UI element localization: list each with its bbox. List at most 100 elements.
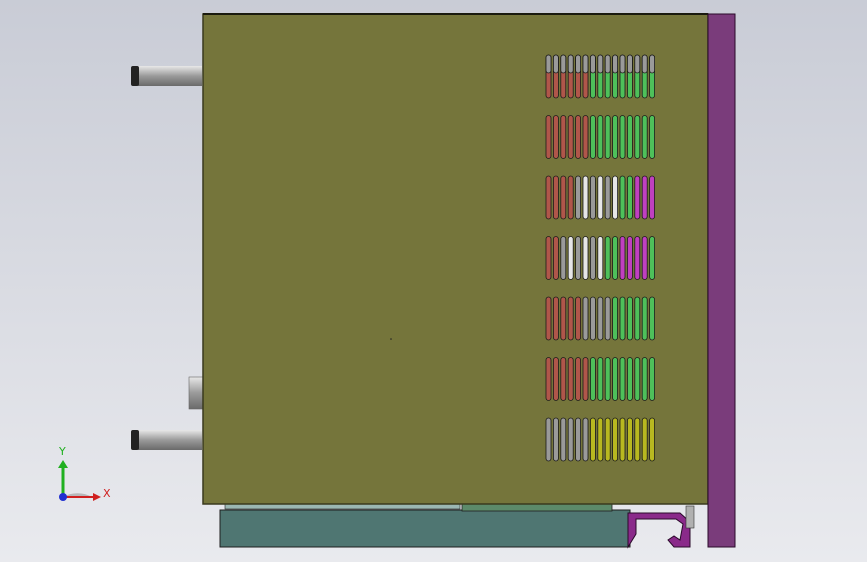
lower-mounting-post xyxy=(131,430,202,450)
vent-slot xyxy=(597,417,604,462)
vent-slot xyxy=(582,175,589,220)
vent-slot xyxy=(649,417,655,462)
vent-slot xyxy=(627,357,633,401)
bottom-tray xyxy=(219,502,631,548)
vent-slot xyxy=(627,115,633,159)
vent-slot xyxy=(582,417,589,462)
vent-slot xyxy=(575,236,581,280)
vent-slot xyxy=(560,175,567,220)
vent-slot xyxy=(582,296,589,341)
center-point xyxy=(390,338,392,340)
vent-slot xyxy=(627,236,633,280)
vent-slot xyxy=(619,417,626,462)
z-axis-dot xyxy=(59,493,67,501)
connector-stub xyxy=(188,376,204,410)
vent-slot xyxy=(612,296,618,341)
vent-slot xyxy=(590,236,596,280)
vent-slot xyxy=(619,175,626,220)
side-flange[interactable] xyxy=(707,13,736,548)
vent-slot xyxy=(590,417,596,462)
vent-slot xyxy=(560,115,567,159)
vent-slot xyxy=(560,236,567,280)
vent-slot xyxy=(634,175,641,220)
vent-slot-highlight xyxy=(619,54,626,74)
vent-slot xyxy=(553,115,559,159)
vent-slot xyxy=(560,417,567,462)
vent-slot xyxy=(567,236,574,280)
vent-slot xyxy=(553,417,559,462)
vent-slot xyxy=(567,417,574,462)
vent-slot-highlight xyxy=(590,54,596,74)
vent-slot xyxy=(649,175,655,220)
vent-slot xyxy=(649,357,655,401)
vent-slot xyxy=(560,296,567,341)
vent-slot xyxy=(641,296,648,341)
vent-slot xyxy=(597,296,604,341)
vent-slot xyxy=(597,357,604,401)
vent-slot-highlight xyxy=(545,54,552,74)
vent-slot xyxy=(545,357,552,401)
vent-slot xyxy=(575,115,581,159)
vent-slot xyxy=(553,357,559,401)
vent-slot-highlight xyxy=(582,54,589,74)
vent-slot xyxy=(634,296,641,341)
vent-slot-highlight xyxy=(567,54,574,74)
vent-slot-highlight xyxy=(553,54,559,74)
vent-slot xyxy=(604,236,611,280)
vent-slot xyxy=(560,357,567,401)
vent-slot xyxy=(641,175,648,220)
vent-slot xyxy=(567,175,574,220)
vent-slot xyxy=(604,296,611,341)
vent-slot xyxy=(575,175,581,220)
upper-mounting-post xyxy=(131,66,202,86)
vent-slot xyxy=(553,296,559,341)
vent-slot-highlight xyxy=(641,54,648,74)
vent-slot xyxy=(612,115,618,159)
vent-slot xyxy=(590,115,596,159)
vent-slot xyxy=(597,115,604,159)
vent-slot xyxy=(627,417,633,462)
vent-slot xyxy=(641,357,648,401)
vent-slot xyxy=(641,417,648,462)
vent-slot xyxy=(649,296,655,341)
vent-slot-highlight xyxy=(634,54,641,74)
vent-slot xyxy=(545,175,552,220)
vent-slot xyxy=(575,357,581,401)
hook-pin xyxy=(685,505,695,529)
vent-slot xyxy=(582,115,589,159)
x-axis-label: X xyxy=(103,487,111,500)
vent-slot xyxy=(619,357,626,401)
vent-slot-highlight xyxy=(575,54,581,74)
vent-slot xyxy=(545,417,552,462)
vent-slot xyxy=(612,236,618,280)
vent-slot-highlight xyxy=(627,54,633,74)
cad-viewport[interactable]: X Y xyxy=(0,0,867,562)
vent-slot-highlight xyxy=(597,54,604,74)
vent-slot xyxy=(582,236,589,280)
vent-slot xyxy=(582,357,589,401)
vent-slot xyxy=(619,236,626,280)
vent-slot xyxy=(627,175,633,220)
vent-slot xyxy=(545,236,552,280)
vent-slot xyxy=(575,296,581,341)
vent-slot xyxy=(619,296,626,341)
vent-slot xyxy=(641,115,648,159)
vent-slot xyxy=(553,175,559,220)
vent-slot xyxy=(590,357,596,401)
vent-slot xyxy=(590,296,596,341)
ventilation-grille xyxy=(545,54,655,462)
vent-slot xyxy=(612,357,618,401)
vent-slot xyxy=(545,115,552,159)
y-axis-label: Y xyxy=(58,445,66,458)
vent-slot xyxy=(627,296,633,341)
vent-slot xyxy=(604,357,611,401)
vent-slot xyxy=(634,357,641,401)
vent-slot xyxy=(597,175,604,220)
vent-slot-highlight xyxy=(612,54,618,74)
vent-slot xyxy=(649,115,655,159)
vent-slot xyxy=(634,115,641,159)
part-drawing: X Y xyxy=(0,0,867,562)
vent-slot-highlight xyxy=(604,54,611,74)
vent-slot xyxy=(604,115,611,159)
vent-slot xyxy=(575,417,581,462)
